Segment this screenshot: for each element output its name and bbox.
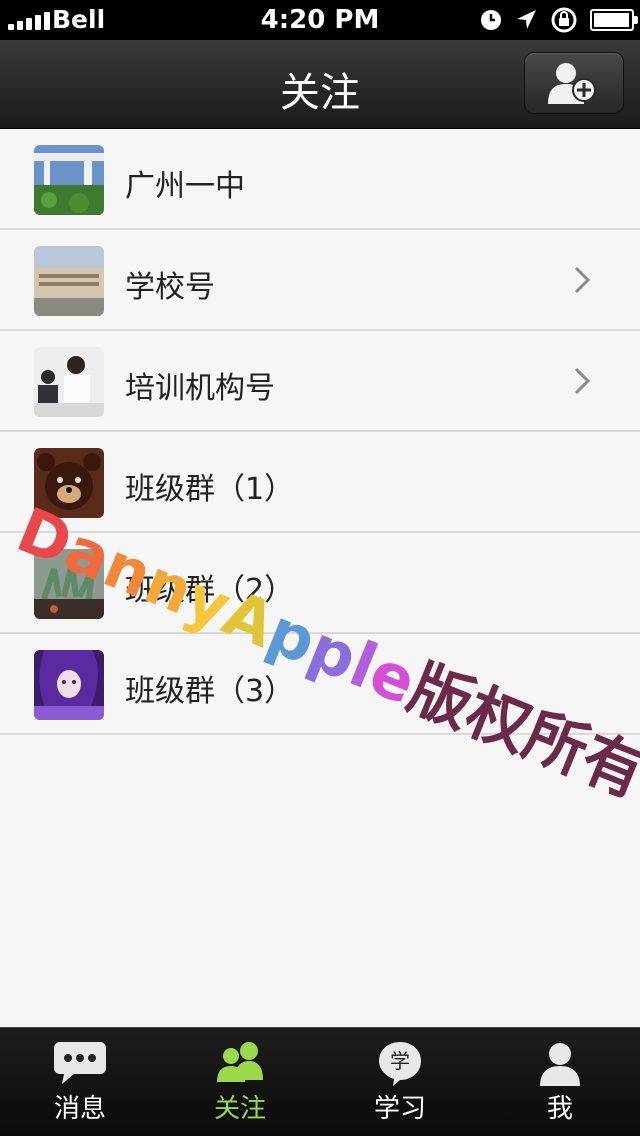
battery-icon [590, 9, 638, 31]
tab-me[interactable]: 我 [480, 1028, 640, 1136]
list-item-class-group-3[interactable]: 班级群（3） [0, 634, 640, 735]
avatar [34, 347, 104, 417]
item-label: 班级群（1） [125, 472, 295, 507]
avatar [34, 650, 104, 720]
study-icon-text: 学 [390, 1049, 410, 1073]
rotation-lock-icon [551, 7, 577, 33]
person-icon [540, 1043, 580, 1086]
status-icons [480, 6, 638, 34]
study-icon: 学 [379, 1042, 421, 1086]
list-item-school[interactable]: 学校号 [0, 230, 640, 331]
contacts-icon [217, 1042, 263, 1082]
item-label: 班级群（3） [125, 674, 295, 709]
tab-label: 关注 [213, 1094, 266, 1124]
avatar [34, 145, 104, 215]
chevron-right-icon [574, 266, 590, 294]
item-label: 班级群（2） [125, 573, 295, 608]
alarm-icon [481, 10, 501, 30]
chat-bubble-icon [54, 1042, 106, 1084]
tab-follow[interactable]: 关注 [160, 1028, 320, 1136]
tab-label: 学习 [373, 1094, 426, 1124]
add-user-icon [548, 63, 596, 104]
tab-label: 我 [546, 1094, 573, 1124]
avatar [34, 549, 104, 619]
list-item-training-institution[interactable]: 培训机构号 [0, 331, 640, 432]
avatar [34, 448, 104, 518]
add-user-button[interactable] [524, 52, 624, 114]
status-bar: Bell 4:20 PM [0, 0, 640, 40]
tab-bar: 消息 关注 学 学习 我 [0, 1027, 640, 1136]
avatar [34, 246, 104, 316]
tab-messages[interactable]: 消息 [0, 1028, 160, 1136]
item-label: 学校号 [125, 270, 215, 305]
chevron-right-icon [574, 367, 590, 395]
navigation-bar: 关注 [0, 40, 640, 129]
list-item-class-group-2[interactable]: 班级群（2） [0, 533, 640, 634]
follow-list: 广州一中 学校号 培训机构号 班级群（1） 班级群（2） 班级群（3） [0, 129, 640, 735]
tab-study[interactable]: 学 学习 [320, 1028, 480, 1136]
list-item-class-group-1[interactable]: 班级群（1） [0, 432, 640, 533]
item-label: 培训机构号 [125, 371, 275, 406]
location-arrow-icon [517, 10, 536, 29]
tab-label: 消息 [53, 1094, 106, 1124]
item-label: 广州一中 [125, 169, 245, 204]
list-item-guangzhou-no1[interactable]: 广州一中 [0, 129, 640, 230]
